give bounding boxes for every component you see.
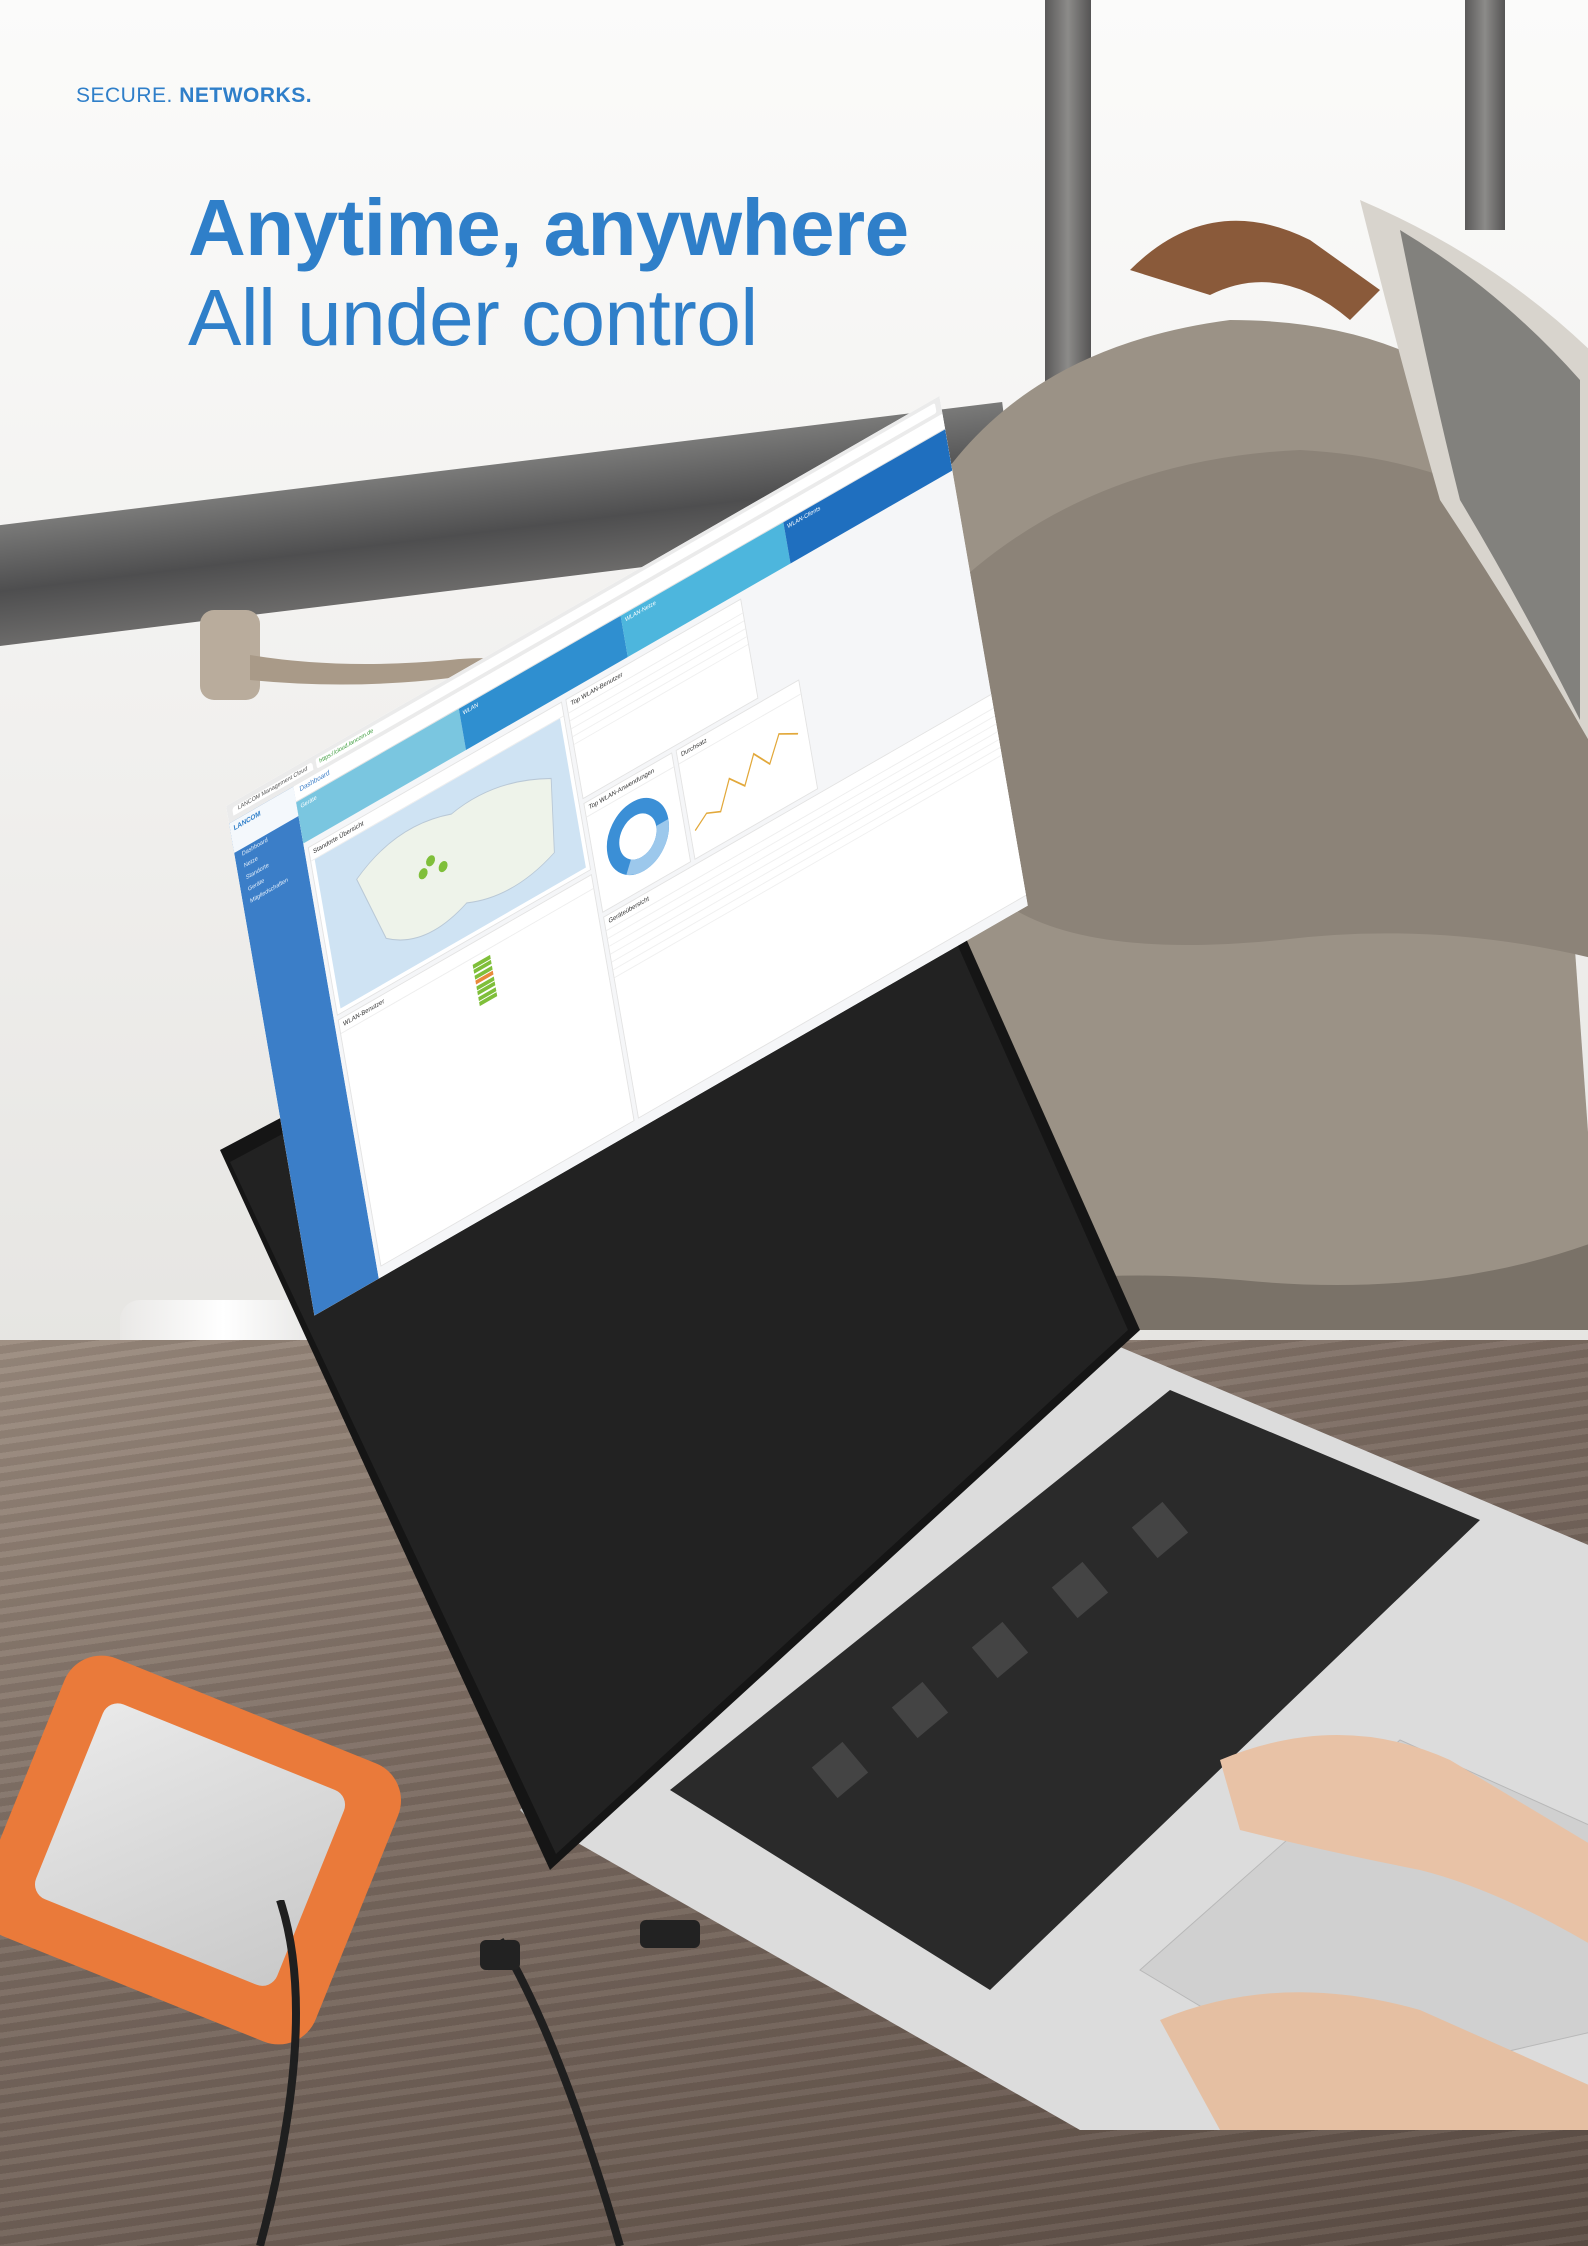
brand-tagline: SECURE. NETWORKS. xyxy=(76,84,312,108)
headline-primary: Anytime, anywhere xyxy=(188,183,909,272)
headline-secondary: All under control xyxy=(188,273,758,362)
brand-secure: SECURE. xyxy=(76,84,173,107)
brand-networks: NETWORKS. xyxy=(179,84,313,107)
window-mullion xyxy=(1465,0,1505,230)
